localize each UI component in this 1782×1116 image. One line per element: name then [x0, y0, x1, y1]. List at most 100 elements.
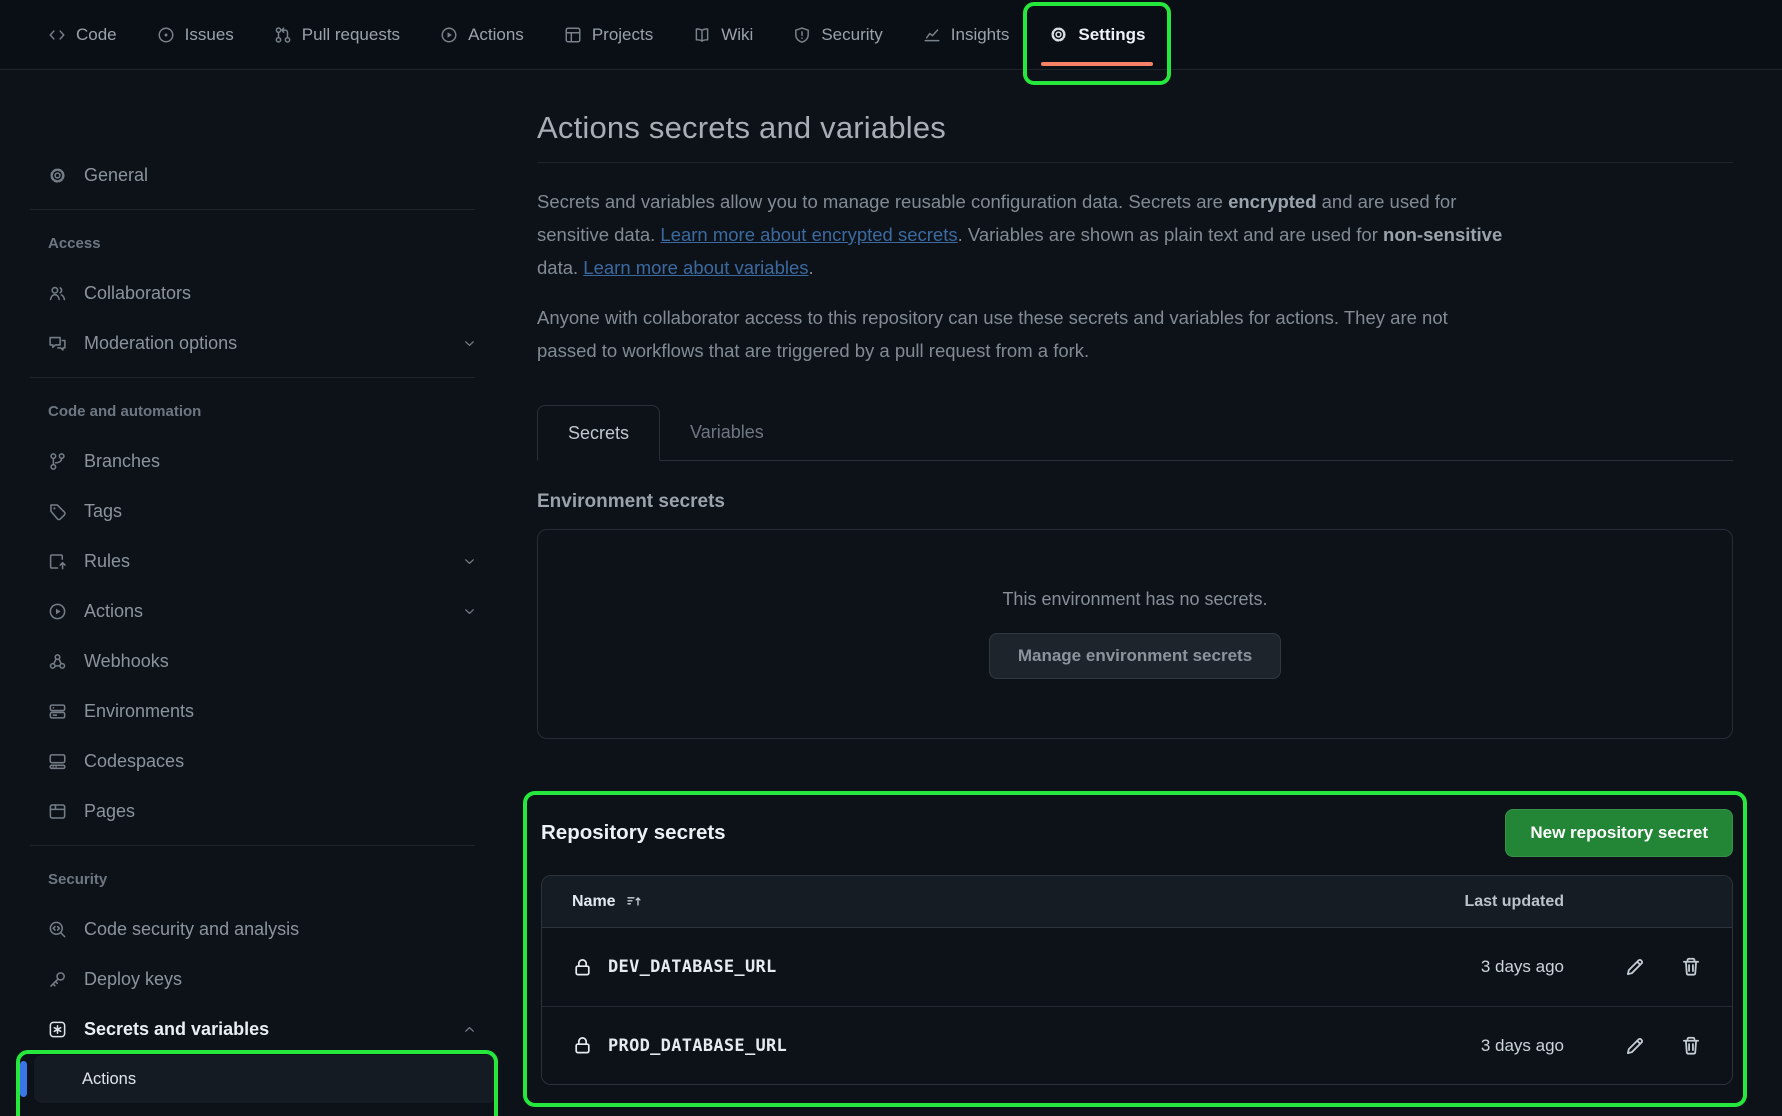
shield-icon [793, 26, 811, 44]
people-icon [48, 284, 67, 303]
secret-last-updated: 3 days ago [1481, 957, 1564, 977]
tab-label: Settings [1078, 25, 1145, 45]
sidebar-item-secrets-and-variables[interactable]: Secrets and variables [0, 1004, 505, 1054]
sidebar-item-label: Deploy keys [84, 969, 182, 990]
chevron-up-icon [462, 1022, 477, 1037]
tab-wiki[interactable]: Wiki [679, 0, 767, 69]
tab-label: Projects [592, 25, 653, 45]
secret-name: PROD_DATABASE_URL [608, 1036, 787, 1056]
sidebar-item-branches[interactable]: Branches [0, 436, 505, 486]
sidebar-item-deploy-keys[interactable]: Deploy keys [0, 954, 505, 1004]
intro-bold-non-sensitive: non-sensitive [1383, 224, 1502, 245]
tag-icon [48, 502, 67, 521]
sidebar-subitem-label: Actions [82, 1070, 136, 1089]
sidebar-item-actions[interactable]: Actions [0, 586, 505, 636]
tab-issues[interactable]: Issues [143, 0, 248, 69]
sidebar-item-label: Collaborators [84, 283, 191, 304]
sidebar-item-environments[interactable]: Environments [0, 686, 505, 736]
play-circle-icon [440, 26, 458, 44]
issue-icon [157, 26, 175, 44]
sidebar-section-access: Access [0, 218, 505, 268]
edit-secret-icon[interactable] [1624, 1035, 1646, 1057]
intro-text: data. [537, 257, 583, 278]
tab-insights[interactable]: Insights [909, 0, 1024, 69]
sidebar-item-label: Moderation options [84, 333, 237, 354]
webhook-icon [48, 652, 67, 671]
environment-secrets-heading: Environment secrets [537, 491, 1733, 513]
secret-last-updated: 3 days ago [1481, 1036, 1564, 1056]
sidebar-subitem-codespaces[interactable]: Codespaces [34, 1104, 497, 1116]
chevron-down-icon [462, 604, 477, 619]
delete-secret-icon[interactable] [1680, 1035, 1702, 1057]
secret-row-dev-database-url: DEV_DATABASE_URL 3 days ago [542, 928, 1732, 1006]
tab-actions[interactable]: Actions [426, 0, 538, 69]
edit-secret-icon[interactable] [1624, 956, 1646, 978]
title-divider [537, 162, 1733, 163]
sidebar-item-label: Tags [84, 501, 122, 522]
sidebar-item-general[interactable]: General [0, 150, 505, 200]
table-icon [564, 26, 582, 44]
repository-secrets-header: Repository secrets New repository secret [541, 809, 1733, 857]
sidebar-item-label: Actions [84, 601, 143, 622]
intro-bold-encrypted: encrypted [1228, 191, 1316, 212]
sidebar-item-collaborators[interactable]: Collaborators [0, 268, 505, 318]
tab-secrets[interactable]: Secrets [537, 405, 660, 461]
repo-tab-bar: Code Issues Pull requests Actions Projec… [0, 0, 1782, 70]
repository-secrets-heading: Repository secrets [541, 821, 726, 845]
chevron-down-icon [462, 554, 477, 569]
link-encrypted-secrets[interactable]: Learn more about encrypted secrets [660, 224, 957, 245]
intro-text: Secrets and variables allow you to manag… [537, 191, 1228, 212]
intro-text: . [809, 257, 814, 278]
chevron-down-icon [462, 336, 477, 351]
secret-name-cell: DEV_DATABASE_URL [572, 957, 777, 978]
intro-paragraph-2: Anyone with collaborator access to this … [537, 301, 1733, 367]
sidebar-item-label: Environments [84, 701, 194, 722]
asterisk-box-icon [48, 1020, 67, 1039]
gear-icon [48, 166, 67, 185]
sidebar-subitem-actions[interactable]: Actions [34, 1055, 497, 1103]
browser-icon [48, 802, 67, 821]
sidebar-item-moderation-options[interactable]: Moderation options [0, 318, 505, 368]
intro-text: sensitive data. [537, 224, 660, 245]
column-header-name[interactable]: Name [572, 893, 642, 911]
sort-ascending-icon [626, 894, 642, 910]
tab-settings[interactable]: Settings [1035, 0, 1159, 69]
tab-variables[interactable]: Variables [660, 404, 794, 460]
manage-environment-secrets-button[interactable]: Manage environment secrets [989, 633, 1281, 679]
book-icon [693, 26, 711, 44]
column-name-label: Name [572, 893, 616, 911]
main-content: Actions secrets and variables Secrets an… [505, 70, 1782, 1116]
tab-code[interactable]: Code [34, 0, 131, 69]
sidebar-item-label: Codespaces [84, 751, 184, 772]
sidebar-item-label: Rules [84, 551, 130, 572]
sidebar-item-codespaces[interactable]: Codespaces [0, 736, 505, 786]
sidebar-item-label: Webhooks [84, 651, 169, 672]
sidebar-item-rules[interactable]: Rules [0, 536, 505, 586]
tab-projects[interactable]: Projects [550, 0, 667, 69]
lock-icon [572, 957, 593, 978]
sidebar-item-code-security[interactable]: Code security and analysis [0, 904, 505, 954]
branch-icon [48, 452, 67, 471]
tab-security[interactable]: Security [779, 0, 896, 69]
tab-pull-requests[interactable]: Pull requests [260, 0, 414, 69]
selected-indicator-bar [20, 1061, 27, 1097]
page-title: Actions secrets and variables [537, 110, 1733, 146]
sidebar-item-label: Code security and analysis [84, 919, 299, 940]
sidebar-item-pages[interactable]: Pages [0, 786, 505, 836]
code-scan-icon [48, 920, 67, 939]
tab-label: Insights [951, 25, 1010, 45]
tab-label: Issues [185, 25, 234, 45]
sidebar-item-webhooks[interactable]: Webhooks [0, 636, 505, 686]
sidebar-item-label: Branches [84, 451, 160, 472]
code-icon [48, 26, 66, 44]
delete-secret-icon[interactable] [1680, 956, 1702, 978]
sidebar-item-tags[interactable]: Tags [0, 486, 505, 536]
tab-label: Wiki [721, 25, 753, 45]
secrets-variables-tabstrip: Secrets Variables [537, 404, 1733, 461]
settings-sidebar: General Access Collaborators Moderation … [0, 70, 505, 1116]
sidebar-divider [30, 377, 475, 378]
new-repository-secret-button[interactable]: New repository secret [1505, 809, 1733, 857]
link-variables[interactable]: Learn more about variables [583, 257, 808, 278]
play-circle-icon [48, 602, 67, 621]
intro-text: passed to workflows that are triggered b… [537, 340, 1089, 361]
